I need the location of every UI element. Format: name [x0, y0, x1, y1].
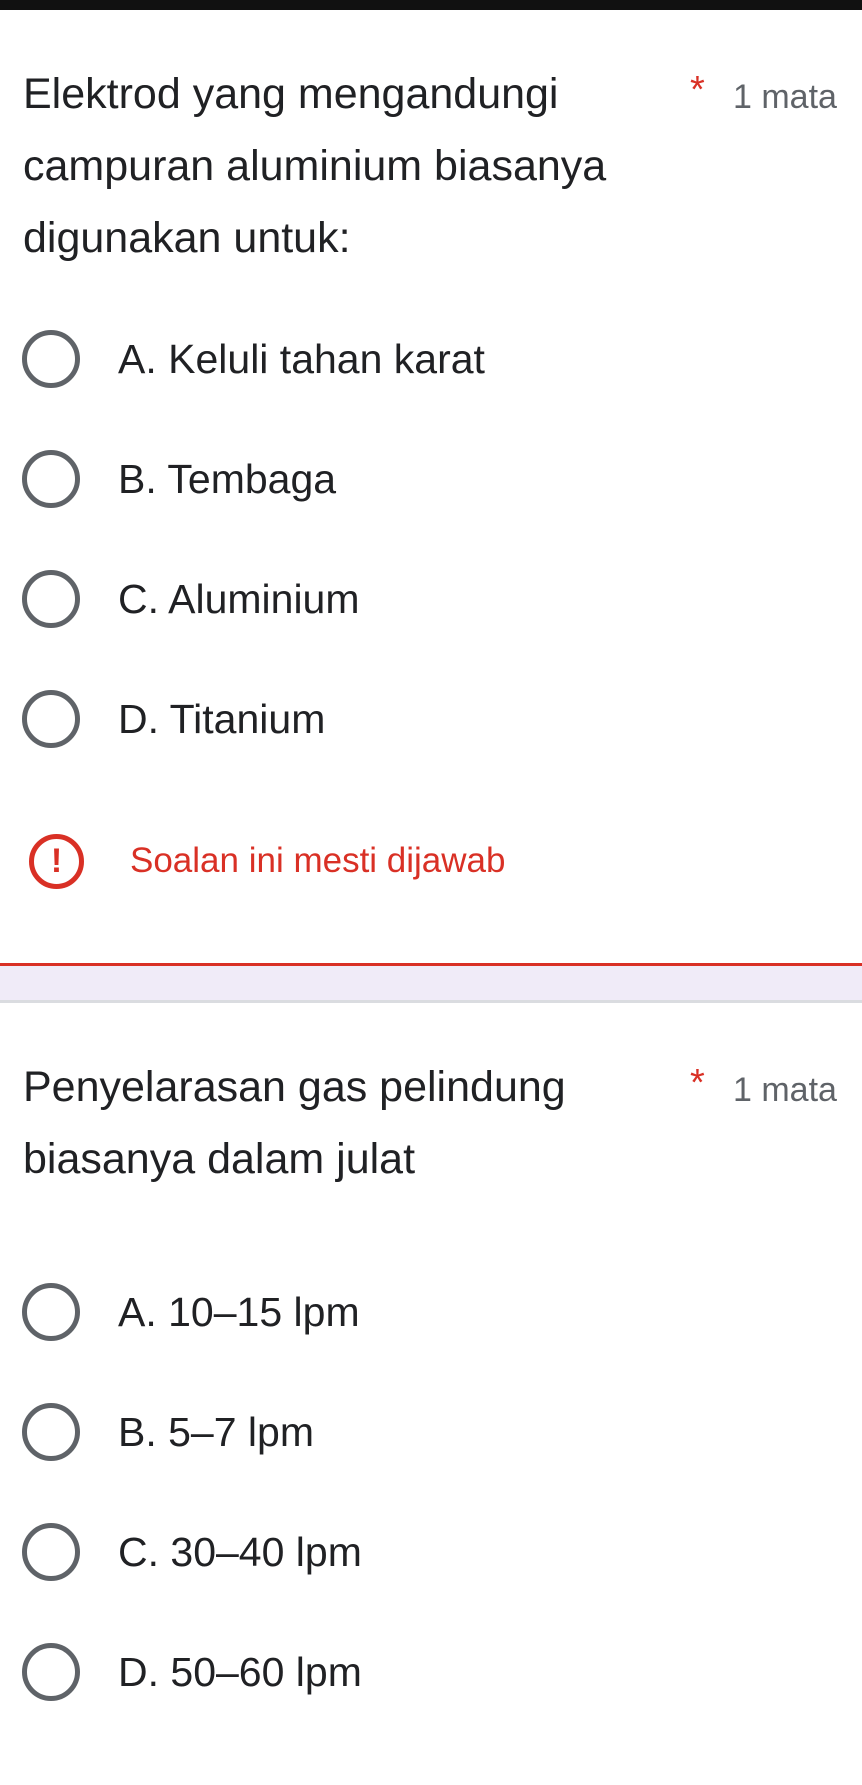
- question-card-1: Elektrod yang mengandungi campuran alumi…: [0, 10, 862, 965]
- question-title: Elektrod yang mengandungi campuran alumi…: [23, 70, 607, 262]
- top-bar: [0, 0, 862, 10]
- radio-button[interactable]: [22, 1283, 80, 1341]
- option-b[interactable]: B. 5–7 lpm: [0, 1378, 862, 1478]
- question-points: 1 mata: [733, 78, 837, 116]
- question-points: 1 mata: [733, 1071, 837, 1109]
- option-c[interactable]: C. Aluminium: [0, 545, 862, 645]
- exclamation-circle-icon: !: [29, 834, 84, 889]
- option-a[interactable]: A. 10–15 lpm: [0, 1258, 862, 1358]
- option-label: C. Aluminium: [118, 576, 360, 622]
- section-divider: [0, 963, 862, 1003]
- question-title: Penyelarasan gas pelindung biasanya dala…: [23, 1063, 566, 1183]
- option-label: D. 50–60 lpm: [118, 1649, 362, 1695]
- radio-button[interactable]: [22, 1403, 80, 1461]
- radio-button[interactable]: [22, 330, 80, 388]
- radio-button[interactable]: [22, 570, 80, 628]
- required-marker: *: [690, 69, 705, 111]
- question-card-2: Penyelarasan gas pelindung biasanya dala…: [0, 1003, 862, 1785]
- option-label: B. Tembaga: [118, 456, 337, 502]
- required-marker: *: [690, 1062, 705, 1104]
- radio-button[interactable]: [22, 1643, 80, 1701]
- option-d[interactable]: D. Titanium: [0, 665, 862, 765]
- option-label: A. Keluli tahan karat: [118, 336, 485, 382]
- form-page: Elektrod yang mengandungi campuran alumi…: [0, 0, 862, 1785]
- radio-button[interactable]: [22, 450, 80, 508]
- option-a[interactable]: A. Keluli tahan karat: [0, 305, 862, 405]
- radio-button[interactable]: [22, 1523, 80, 1581]
- validation-error: ! Soalan ini mesti dijawab: [0, 825, 862, 895]
- option-label: B. 5–7 lpm: [118, 1409, 314, 1455]
- option-label: D. Titanium: [118, 696, 326, 742]
- option-c[interactable]: C. 30–40 lpm: [0, 1498, 862, 1598]
- option-label: A. 10–15 lpm: [118, 1289, 360, 1335]
- radio-button[interactable]: [22, 690, 80, 748]
- error-message: Soalan ini mesti dijawab: [130, 841, 506, 880]
- option-label: C. 30–40 lpm: [118, 1529, 362, 1575]
- option-d[interactable]: D. 50–60 lpm: [0, 1618, 862, 1718]
- option-b[interactable]: B. Tembaga: [0, 425, 862, 525]
